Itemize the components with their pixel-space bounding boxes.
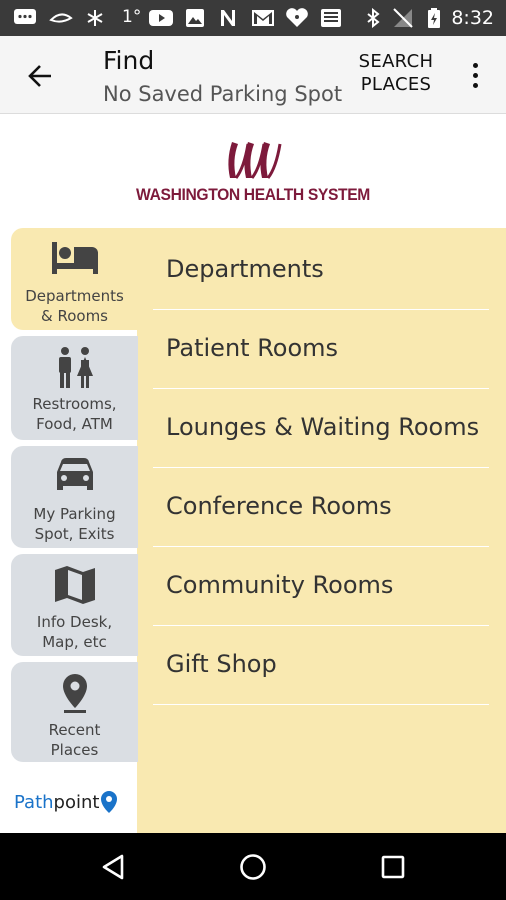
news-icon [318, 8, 344, 28]
logo-mark-icon [228, 142, 282, 179]
temperature-label: 1° [122, 7, 142, 27]
map-icon [11, 564, 138, 606]
youtube-icon [148, 8, 174, 28]
list-item-label: Departments [166, 255, 324, 283]
tab-label: Restrooms, Food, ATM [32, 395, 117, 433]
category-list-panel: Departments Patient Rooms Lounges & Wait… [137, 228, 506, 833]
pathpoint-brand: Path point [14, 788, 134, 816]
arrow-left-icon [28, 65, 51, 87]
tab-label: My Parking Spot, Exits [33, 505, 116, 543]
parking-status-text: No Saved Parking Spot [103, 82, 343, 106]
more-options-button[interactable] [462, 56, 488, 94]
tab-label: Info Desk, Map, etc [36, 613, 113, 651]
bluetooth-icon [362, 8, 384, 28]
location-pin-icon [11, 672, 138, 714]
circle-home-icon [240, 854, 266, 880]
brand-pin-icon [101, 791, 118, 813]
no-signal-icon [392, 8, 414, 28]
tab-label: Recent Places [48, 721, 101, 759]
list-item-label: Patient Rooms [166, 334, 339, 362]
back-button[interactable] [18, 54, 62, 98]
page-title: Find [103, 46, 155, 75]
photo-icon [183, 8, 207, 28]
list-item-patient-rooms[interactable]: Patient Rooms [153, 310, 489, 389]
iheart-icon [284, 8, 310, 28]
list-item-departments[interactable]: Departments [153, 231, 489, 310]
search-places-button[interactable]: SEARCH PLACES [348, 50, 444, 96]
message-icon [12, 8, 38, 28]
snowflake-icon [84, 8, 106, 28]
tab-label: Departments & Rooms [25, 287, 124, 325]
hospital-logo: WASHINGTON HEALTH SYSTEM [0, 130, 506, 210]
search-places-label: SEARCH PLACES [358, 51, 434, 95]
system-nav-bar [0, 833, 506, 900]
list-item-lounges[interactable]: Lounges & Waiting Rooms [153, 389, 489, 468]
list-item-label: Conference Rooms [166, 492, 392, 520]
nav-back-button[interactable] [93, 847, 133, 887]
clock: 8:32 [451, 7, 494, 29]
battery-icon [425, 8, 443, 28]
square-recents-icon [381, 855, 405, 879]
brand-part-1: Path [14, 791, 54, 813]
n-icon [216, 8, 240, 28]
tab-recent-places[interactable]: Recent Places [11, 662, 138, 762]
status-bar: 1° 8:32 [0, 0, 506, 36]
nav-home-button[interactable] [233, 847, 273, 887]
more-vert-icon [472, 62, 478, 68]
bed-icon [11, 238, 138, 276]
list-item-label: Gift Shop [166, 650, 277, 678]
tab-departments-rooms[interactable]: Departments & Rooms [11, 228, 138, 330]
tab-parking-exits[interactable]: My Parking Spot, Exits [11, 446, 138, 548]
restroom-icon [11, 346, 138, 390]
logo-text: WASHINGTON HEALTH SYSTEM [136, 185, 370, 204]
list-item-gift-shop[interactable]: Gift Shop [153, 626, 489, 705]
list-item-conference-rooms[interactable]: Conference Rooms [153, 468, 489, 547]
visor-icon [48, 8, 74, 28]
car-icon [11, 456, 138, 494]
tab-restrooms-food-atm[interactable]: Restrooms, Food, ATM [11, 336, 138, 440]
list-item-label: Lounges & Waiting Rooms [166, 413, 480, 441]
brand-part-2: point [53, 791, 100, 813]
tab-info-desk-map[interactable]: Info Desk, Map, etc [11, 554, 138, 656]
triangle-back-icon [102, 854, 124, 880]
list-item-label: Community Rooms [166, 571, 394, 599]
list-item-community-rooms[interactable]: Community Rooms [153, 547, 489, 626]
app-bar: Find No Saved Parking Spot SEARCH PLACES [0, 36, 506, 114]
gmail-icon [250, 8, 276, 28]
nav-recents-button[interactable] [373, 847, 413, 887]
